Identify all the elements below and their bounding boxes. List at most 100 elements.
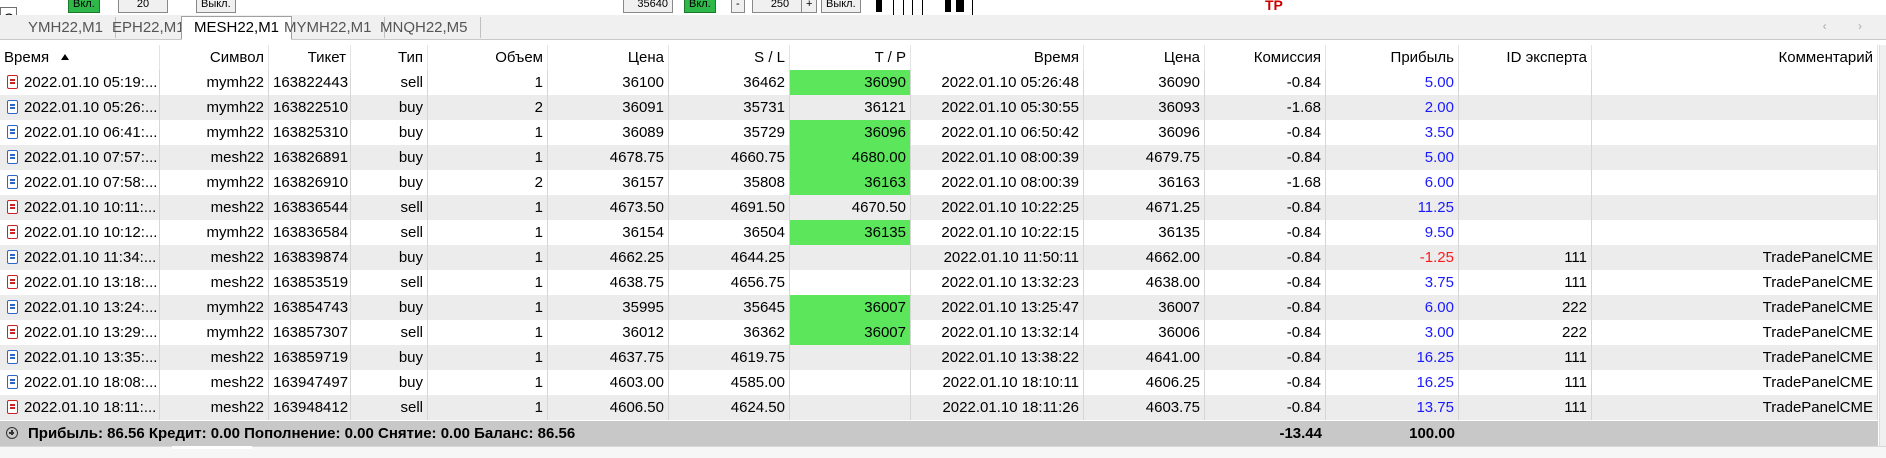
cell-type: sell bbox=[351, 270, 428, 295]
table-row[interactable]: 2022.01.10 11:34:... mesh22 163839874 buy 1 4… bbox=[0, 245, 1878, 270]
bottom-active-tab[interactable] bbox=[172, 446, 252, 449]
tab-scroll-arrows[interactable]: ‹ › bbox=[1823, 19, 1876, 33]
cell-time-close: 2022.01.10 13:25:47 bbox=[911, 295, 1084, 320]
cell-expert-id bbox=[1459, 195, 1592, 220]
cell-commission: -0.84 bbox=[1205, 220, 1326, 245]
cell-ticket: 163857307 bbox=[269, 320, 351, 345]
buy-deal-icon bbox=[7, 150, 18, 164]
cell-time-close: 2022.01.10 18:11:26 bbox=[911, 395, 1084, 420]
cell-expert-id: 222 bbox=[1459, 295, 1592, 320]
cell-expert-id bbox=[1459, 70, 1592, 95]
table-row[interactable]: 2022.01.10 18:11:... mesh22 163948412 sell 1… bbox=[0, 395, 1878, 420]
summary-text: Прибыль: 86.56 Кредит: 0.00 Пополнение: … bbox=[28, 425, 576, 442]
cell-tp: 4670.50 bbox=[790, 195, 911, 220]
cell-sl: 35729 bbox=[669, 120, 790, 145]
cell-sl: 35731 bbox=[669, 95, 790, 120]
candle bbox=[876, 0, 882, 12]
col-header-close-time[interactable]: Время bbox=[911, 45, 1084, 70]
cell-ticket: 163825310 bbox=[269, 120, 351, 145]
cell-symbol: mesh22 bbox=[160, 345, 269, 370]
table-row[interactable]: 2022.01.10 13:18:... mesh22 163853519 sell 1… bbox=[0, 270, 1878, 295]
col-header-symbol[interactable]: Символ bbox=[160, 45, 269, 70]
cell-price: 4673.50 bbox=[548, 195, 669, 220]
lot-spinner[interactable]: 20 bbox=[118, 0, 168, 13]
cell-type: buy bbox=[351, 145, 428, 170]
cell-volume: 2 bbox=[428, 95, 548, 120]
cell-commission: -0.84 bbox=[1205, 395, 1326, 420]
table-row[interactable]: 2022.01.10 13:24:... mymh22 163854743 buy 1 3… bbox=[0, 295, 1878, 320]
col-header-ticket[interactable]: Тикет bbox=[269, 45, 351, 70]
cell-commission: -0.84 bbox=[1205, 270, 1326, 295]
table-row[interactable]: 2022.01.10 05:26:... mymh22 163822510 buy 2 3… bbox=[0, 95, 1878, 120]
cell-commission: -0.84 bbox=[1205, 320, 1326, 345]
cell-price-close: 4603.75 bbox=[1084, 395, 1205, 420]
col-header-price[interactable]: Цена bbox=[548, 45, 669, 70]
col-header-close-price[interactable]: Цена bbox=[1084, 45, 1205, 70]
cell-commission: -0.84 bbox=[1205, 295, 1326, 320]
enable-button-2[interactable]: Вкл. bbox=[684, 0, 716, 13]
col-header-profit[interactable]: Прибыль bbox=[1326, 45, 1459, 70]
col-header-commission[interactable]: Комиссия bbox=[1205, 45, 1326, 70]
cell-time-open: 2022.01.10 07:57:... bbox=[0, 145, 160, 170]
cell-expert-id: 111 bbox=[1459, 245, 1592, 270]
table-row[interactable]: 2022.01.10 05:19:... mymh22 163822443 sell 1… bbox=[0, 70, 1878, 95]
table-row[interactable]: 2022.01.10 07:57:... mesh22 163826891 buy 1 4… bbox=[0, 145, 1878, 170]
cell-price: 36091 bbox=[548, 95, 669, 120]
cell-price-close: 36093 bbox=[1084, 95, 1205, 120]
cell-commission: -0.84 bbox=[1205, 120, 1326, 145]
sort-ascending-icon bbox=[61, 54, 70, 60]
cell-profit: 9.50 bbox=[1326, 220, 1459, 245]
cell-type: buy bbox=[351, 245, 428, 270]
table-row[interactable]: 2022.01.10 10:11:... mesh22 163836544 sell 1… bbox=[0, 195, 1878, 220]
cell-time-close: 2022.01.10 13:32:23 bbox=[911, 270, 1084, 295]
col-header-tp[interactable]: T / P bbox=[790, 45, 911, 70]
cell-ticket: 163822443 bbox=[269, 70, 351, 95]
cell-symbol: mymh22 bbox=[160, 70, 269, 95]
cell-time-close: 2022.01.10 18:10:11 bbox=[911, 370, 1084, 395]
disable-button-2[interactable]: Выкл. bbox=[821, 0, 861, 13]
cell-time-close: 2022.01.10 11:50:11 bbox=[911, 245, 1084, 270]
table-row[interactable]: 2022.01.10 13:29:... mymh22 163857307 sell 1… bbox=[0, 320, 1878, 345]
sell-deal-icon bbox=[7, 225, 18, 239]
cell-time-open: 2022.01.10 18:08:... bbox=[0, 370, 160, 395]
cell-profit: 11.25 bbox=[1326, 195, 1459, 220]
cell-price-close: 36096 bbox=[1084, 120, 1205, 145]
cell-comment bbox=[1592, 95, 1878, 120]
col-header-volume[interactable]: Объем bbox=[428, 45, 548, 70]
plus-button[interactable]: + bbox=[801, 0, 818, 13]
table-row[interactable]: 2022.01.10 13:35:... mesh22 163859719 buy 1 4… bbox=[0, 345, 1878, 370]
cell-profit: 6.00 bbox=[1326, 170, 1459, 195]
points-spinner[interactable]: 250 bbox=[752, 0, 808, 13]
expand-plus-icon[interactable] bbox=[6, 427, 18, 439]
cell-volume: 1 bbox=[428, 145, 548, 170]
minus-button[interactable]: - bbox=[731, 0, 745, 13]
cell-ticket: 163826891 bbox=[269, 145, 351, 170]
enable-button[interactable]: Вкл. bbox=[68, 0, 100, 13]
table-row[interactable]: 2022.01.10 06:41:... mymh22 163825310 buy 1 3… bbox=[0, 120, 1878, 145]
col-header-expert-id[interactable]: ID эксперта bbox=[1459, 45, 1592, 70]
cell-volume: 1 bbox=[428, 395, 548, 420]
col-header-comment[interactable]: Комментарий bbox=[1592, 45, 1878, 70]
cell-volume: 1 bbox=[428, 195, 548, 220]
cell-tp bbox=[790, 245, 911, 270]
table-row[interactable]: 2022.01.10 18:08:... mesh22 163947497 buy 1 4… bbox=[0, 370, 1878, 395]
disable-button[interactable]: Выкл. bbox=[196, 0, 236, 13]
candle-wick bbox=[903, 0, 904, 16]
cell-sl: 4691.50 bbox=[669, 195, 790, 220]
cell-price: 36154 bbox=[548, 220, 669, 245]
cell-time-open: 2022.01.10 10:11:... bbox=[0, 195, 160, 220]
cell-price-close: 4671.25 bbox=[1084, 195, 1205, 220]
cell-time-open: 2022.01.10 13:24:... bbox=[0, 295, 160, 320]
vertical-scrollbar[interactable] bbox=[1879, 45, 1886, 446]
cell-type: buy bbox=[351, 95, 428, 120]
tab-mnqh22-m5[interactable]: MNQH22,M5 bbox=[368, 17, 481, 38]
col-header-time[interactable]: Время bbox=[0, 45, 160, 70]
cell-ticket: 163836544 bbox=[269, 195, 351, 220]
table-row[interactable]: 2022.01.10 10:12:... mymh22 163836584 sell 1… bbox=[0, 220, 1878, 245]
table-row[interactable]: 2022.01.10 07:58:... mymh22 163826910 buy 2 3… bbox=[0, 170, 1878, 195]
cell-time-open: 2022.01.10 13:18:... bbox=[0, 270, 160, 295]
buy-deal-icon bbox=[7, 350, 18, 364]
col-header-type[interactable]: Тип bbox=[351, 45, 428, 70]
buy-deal-icon bbox=[7, 300, 18, 314]
col-header-sl[interactable]: S / L bbox=[669, 45, 790, 70]
